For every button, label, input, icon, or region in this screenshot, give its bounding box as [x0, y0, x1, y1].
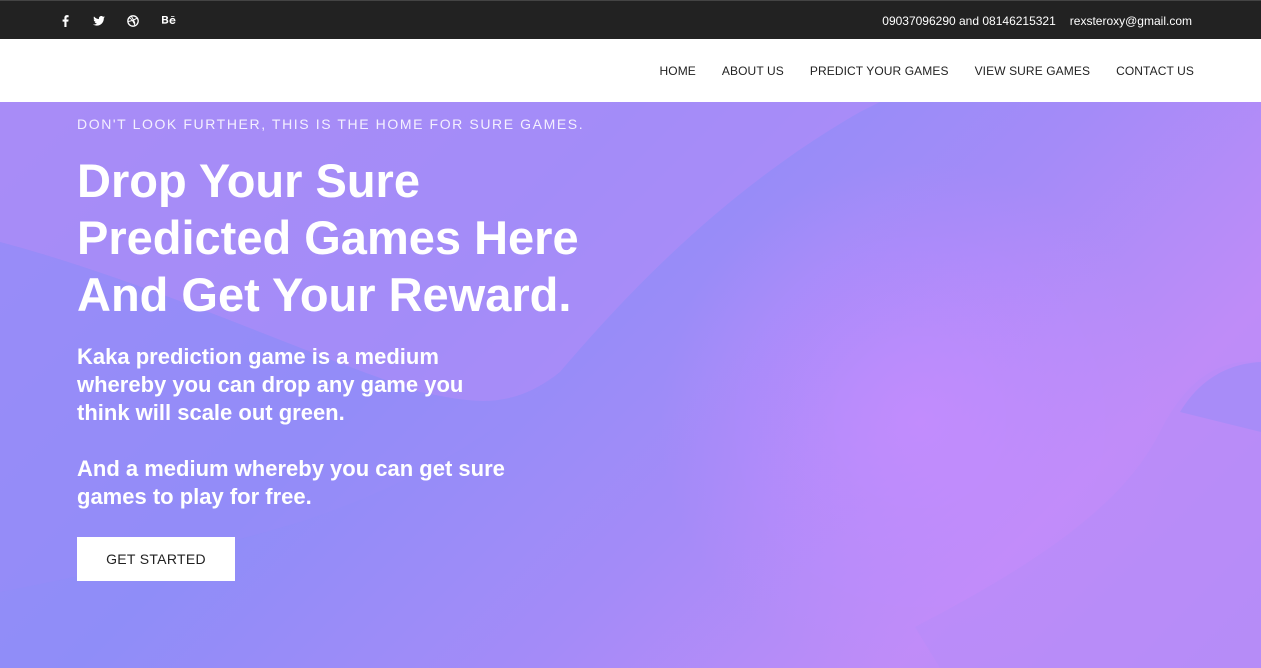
- nav-item-home[interactable]: HOME: [660, 64, 696, 78]
- nav-item-predict-your-games[interactable]: PREDICT YOUR GAMES: [810, 64, 949, 78]
- nav-item-about-us[interactable]: ABOUT US: [722, 64, 784, 78]
- hero-headline: Drop Your Sure Predicted Games Here And …: [77, 154, 579, 321]
- nav-item-view-sure-games[interactable]: VIEW SURE GAMES: [975, 64, 1091, 78]
- main-navigation: HOME ABOUT US PREDICT YOUR GAMES VIEW SU…: [0, 39, 1261, 102]
- dribbble-icon[interactable]: [126, 11, 140, 31]
- hero-description-1: Kaka prediction game is a medium whereby…: [77, 344, 464, 425]
- email-address[interactable]: rexsteroxy@gmail.com: [1070, 14, 1192, 28]
- behance-icon[interactable]: [160, 11, 178, 31]
- social-links: [58, 1, 178, 40]
- get-started-button[interactable]: GET STARTED: [77, 537, 235, 581]
- nav-menu: HOME ABOUT US PREDICT YOUR GAMES VIEW SU…: [634, 39, 1195, 102]
- nav-item-contact-us[interactable]: CONTACT US: [1116, 64, 1194, 78]
- top-bar: 09037096290 and 08146215321 rexsteroxy@g…: [0, 0, 1261, 39]
- hero-tagline: DON'T LOOK FURTHER, THIS IS THE HOME FOR…: [77, 116, 585, 132]
- facebook-icon[interactable]: [58, 11, 72, 31]
- phone-numbers: 09037096290 and 08146215321: [882, 13, 1056, 28]
- contact-info: 09037096290 and 08146215321 rexsteroxy@g…: [868, 1, 1192, 40]
- twitter-icon[interactable]: [92, 11, 106, 31]
- hero-description-2: And a medium whereby you can get sure ga…: [77, 456, 505, 509]
- hero-section: DON'T LOOK FURTHER, THIS IS THE HOME FOR…: [0, 102, 1261, 668]
